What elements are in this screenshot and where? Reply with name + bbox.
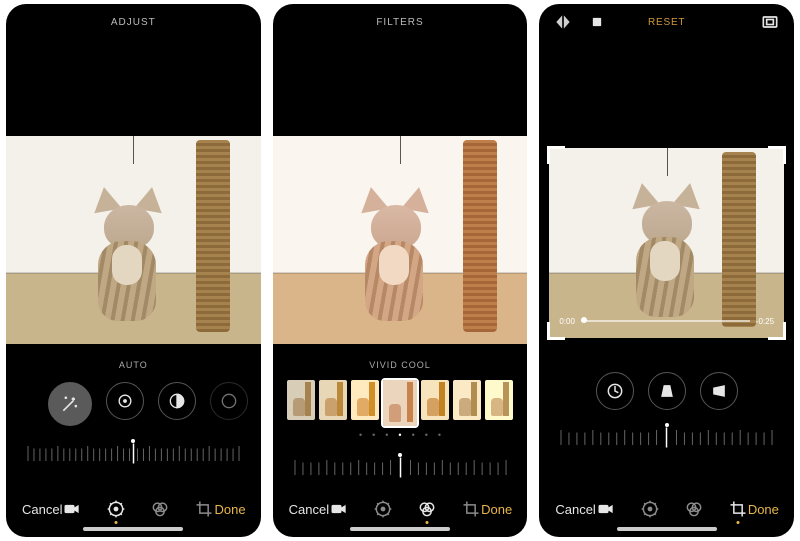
filters-strip[interactable] xyxy=(273,380,528,426)
video-scrubber[interactable]: 0:00 -0:25 xyxy=(559,314,774,328)
adjust-icon[interactable] xyxy=(106,499,126,519)
next-dial[interactable] xyxy=(210,382,248,420)
top-bar: ADJUST xyxy=(6,4,261,40)
filter-thumb[interactable] xyxy=(287,380,315,420)
rotate-icon[interactable] xyxy=(587,12,607,32)
preview-area[interactable] xyxy=(273,136,528,344)
home-indicator[interactable] xyxy=(617,527,717,531)
video-icon[interactable] xyxy=(596,499,616,519)
exposure-dial[interactable] xyxy=(106,382,144,420)
contrast-icon xyxy=(167,391,187,411)
dial-row xyxy=(596,372,738,410)
phone-screen-adjust: ADJUST AUTO xyxy=(6,4,261,537)
cancel-button[interactable]: Cancel xyxy=(555,502,595,517)
perspective-v-icon xyxy=(657,381,677,401)
phone-screen-crop: RESET 0:00 xyxy=(539,4,794,537)
angle-slider[interactable] xyxy=(557,420,776,450)
bottom-bar: Cancel Done xyxy=(539,489,794,525)
video-icon[interactable] xyxy=(62,499,82,519)
auto-dial[interactable] xyxy=(48,382,92,426)
phone-screen-filters: FILTERS VIVID COOL ••••••• xyxy=(273,4,528,537)
crop-preview[interactable]: 0:00 -0:25 xyxy=(539,148,794,338)
crop-handle-tl[interactable] xyxy=(547,146,565,164)
filter-thumb[interactable] xyxy=(319,380,347,420)
wand-icon xyxy=(60,394,80,414)
bottom-bar: Cancel Done xyxy=(273,489,528,525)
dial-row xyxy=(48,382,218,426)
perspective-h-icon xyxy=(709,381,729,401)
reset-button[interactable]: RESET xyxy=(648,17,685,28)
value-slider[interactable] xyxy=(24,436,243,466)
bottom-bar: Cancel Done xyxy=(6,489,261,525)
filter-thumb[interactable] xyxy=(351,380,379,420)
adjust-icon[interactable] xyxy=(373,499,393,519)
exposure-icon xyxy=(115,391,135,411)
preview-area[interactable] xyxy=(6,136,261,344)
filter-dots: ••••••• xyxy=(359,430,441,440)
scrub-current: 0:00 xyxy=(559,317,575,326)
vertical-dial[interactable] xyxy=(648,372,686,410)
photo xyxy=(6,136,261,344)
crop-icon[interactable] xyxy=(461,499,481,519)
adjust-mode-label: AUTO xyxy=(119,360,148,370)
done-button[interactable]: Done xyxy=(481,502,512,517)
filters-icon[interactable] xyxy=(150,499,170,519)
highlight-icon xyxy=(219,391,239,411)
flip-icon[interactable] xyxy=(553,12,573,32)
photo xyxy=(273,136,528,344)
mode-title: FILTERS xyxy=(376,17,423,28)
done-button[interactable]: Done xyxy=(748,502,779,517)
filter-thumb-selected[interactable] xyxy=(383,380,417,426)
horizontal-dial[interactable] xyxy=(700,372,738,410)
cancel-button[interactable]: Cancel xyxy=(289,502,329,517)
adjust-icon[interactable] xyxy=(640,499,660,519)
filter-thumb[interactable] xyxy=(485,380,513,420)
brightness-dial[interactable] xyxy=(158,382,196,420)
controls-area: Cancel Done xyxy=(539,338,794,537)
filters-icon[interactable] xyxy=(684,499,704,519)
straighten-icon xyxy=(605,381,625,401)
cancel-button[interactable]: Cancel xyxy=(22,502,62,517)
filter-thumb[interactable] xyxy=(421,380,449,420)
home-indicator[interactable] xyxy=(350,527,450,531)
crop-frame[interactable] xyxy=(549,148,784,338)
crop-handle-tr[interactable] xyxy=(768,146,786,164)
crop-icon[interactable] xyxy=(728,499,748,519)
filters-icon[interactable] xyxy=(417,499,437,519)
controls-area: VIVID COOL ••••••• xyxy=(273,344,528,537)
mode-title: ADJUST xyxy=(111,17,156,28)
filter-thumb[interactable] xyxy=(453,380,481,420)
intensity-slider[interactable] xyxy=(291,450,510,480)
done-button[interactable]: Done xyxy=(214,502,245,517)
video-icon[interactable] xyxy=(329,499,349,519)
top-bar: FILTERS xyxy=(273,4,528,40)
controls-area: AUTO xyxy=(6,344,261,537)
straighten-dial[interactable] xyxy=(596,372,634,410)
home-indicator[interactable] xyxy=(83,527,183,531)
top-bar: RESET xyxy=(539,4,794,40)
scrub-remaining: -0:25 xyxy=(756,317,774,326)
aspect-icon[interactable] xyxy=(760,12,780,32)
crop-icon[interactable] xyxy=(194,499,214,519)
filter-name-label: VIVID COOL xyxy=(369,360,431,370)
